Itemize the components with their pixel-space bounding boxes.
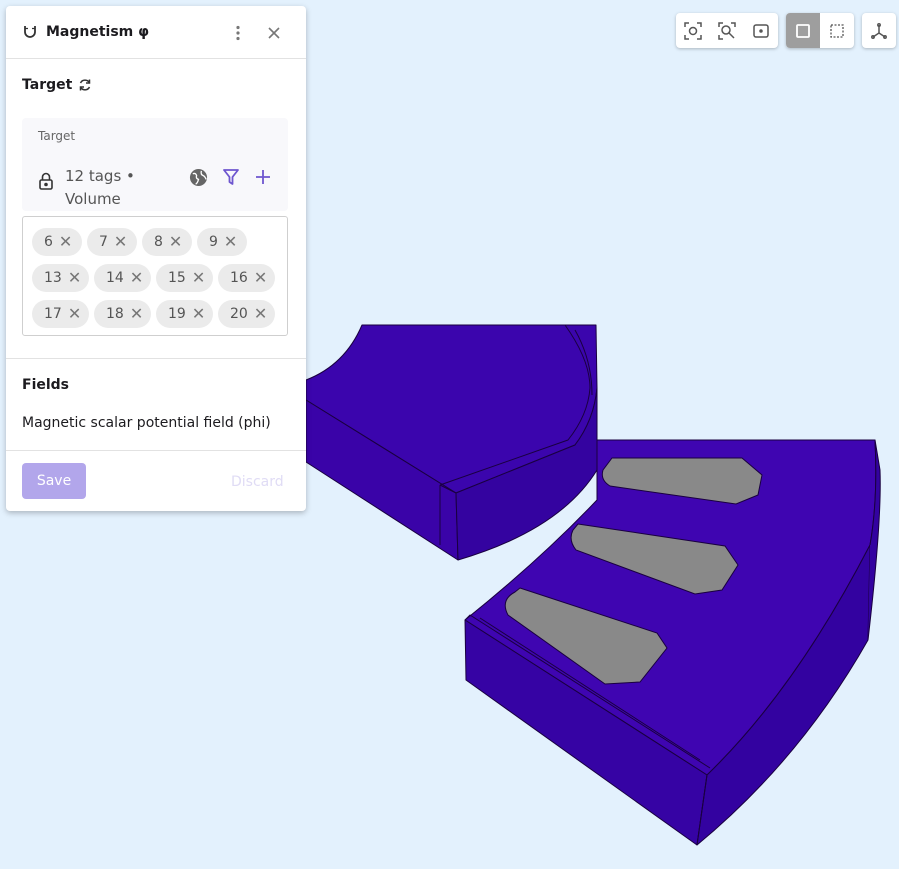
axes-icon xyxy=(871,22,887,39)
magnet-icon xyxy=(22,24,38,40)
close-icon[interactable]: ✕ xyxy=(169,234,182,250)
solid-view-icon xyxy=(796,23,810,38)
close-icon[interactable]: ✕ xyxy=(68,306,81,322)
zoom-to-selection-button[interactable] xyxy=(676,13,710,48)
tag-chip[interactable]: 14 ✕ xyxy=(94,264,151,292)
close-icon[interactable]: ✕ xyxy=(68,270,81,286)
close-icon[interactable]: ✕ xyxy=(192,270,205,286)
tags-summary-line2: Volume xyxy=(65,190,121,208)
filter-icon[interactable] xyxy=(223,168,239,186)
tag-chip[interactable]: 18 ✕ xyxy=(94,300,151,328)
zoom-fit-button[interactable] xyxy=(710,13,744,48)
close-icon[interactable] xyxy=(268,27,280,39)
frame-icon xyxy=(753,23,769,38)
axes-button[interactable] xyxy=(862,13,896,48)
zoom-fit-icon xyxy=(718,21,736,40)
fields-section-title: Fields xyxy=(22,377,70,393)
tag-chip[interactable]: 20 ✕ xyxy=(218,300,275,328)
tag-chip[interactable]: 6 ✕ xyxy=(32,228,82,256)
more-vert-icon[interactable] xyxy=(232,25,244,41)
section-divider xyxy=(6,450,306,451)
tag-chip[interactable]: 17 ✕ xyxy=(32,300,89,328)
close-icon[interactable]: ✕ xyxy=(254,270,267,286)
magnetism-panel: Magnetism φ Target Target 12 tags • Volu… xyxy=(6,6,306,511)
panel-header: Magnetism φ xyxy=(6,6,306,59)
plus-icon[interactable] xyxy=(256,170,270,184)
discard-button[interactable]: Discard xyxy=(231,474,284,490)
close-icon[interactable]: ✕ xyxy=(254,306,267,322)
axes-toolbar xyxy=(862,13,896,48)
close-icon[interactable]: ✕ xyxy=(130,306,143,322)
tag-chip[interactable]: 19 ✕ xyxy=(156,300,213,328)
tags-box: 6 ✕ 7 ✕ 8 ✕ 9 ✕ 13 ✕ 14 ✕ 15 ✕ 16 ✕ 17 ✕ 18 ✕ 19 ✕ … xyxy=(22,216,288,336)
save-button[interactable]: Save xyxy=(22,463,86,499)
stator-segment-upper xyxy=(305,324,598,561)
zoom-to-selection-icon xyxy=(684,21,702,40)
wireframe-view-icon xyxy=(830,23,844,38)
panel-title: Magnetism φ xyxy=(46,24,150,40)
close-icon[interactable]: ✕ xyxy=(224,234,237,250)
close-icon[interactable]: ✕ xyxy=(114,234,127,250)
target-card: Target 12 tags • Volume xyxy=(22,118,288,211)
tag-chip[interactable]: 8 ✕ xyxy=(142,228,192,256)
section-divider xyxy=(6,358,306,359)
solid-view-button[interactable] xyxy=(786,13,820,48)
wireframe-view-button[interactable] xyxy=(820,13,854,48)
close-icon[interactable]: ✕ xyxy=(59,234,72,250)
frame-button[interactable] xyxy=(744,13,778,48)
field-name: Magnetic scalar potential field (phi) xyxy=(22,415,271,431)
target-section-header: Target xyxy=(22,77,92,93)
close-icon[interactable]: ✕ xyxy=(192,306,205,322)
view-toolbar xyxy=(676,13,778,48)
tag-chip[interactable]: 9 ✕ xyxy=(197,228,247,256)
lock-icon xyxy=(38,172,54,190)
globe-icon[interactable] xyxy=(189,168,208,187)
tag-chip[interactable]: 7 ✕ xyxy=(87,228,137,256)
render-mode-toolbar xyxy=(786,13,854,48)
tag-chip[interactable]: 15 ✕ xyxy=(156,264,213,292)
tags-summary-line1: 12 tags • xyxy=(65,167,135,185)
refresh-icon[interactable] xyxy=(78,78,92,92)
close-icon[interactable]: ✕ xyxy=(130,270,143,286)
tag-chip[interactable]: 13 ✕ xyxy=(32,264,89,292)
target-section-title: Target xyxy=(22,77,73,93)
target-label: Target xyxy=(38,129,76,143)
tag-chip[interactable]: 16 ✕ xyxy=(218,264,275,292)
